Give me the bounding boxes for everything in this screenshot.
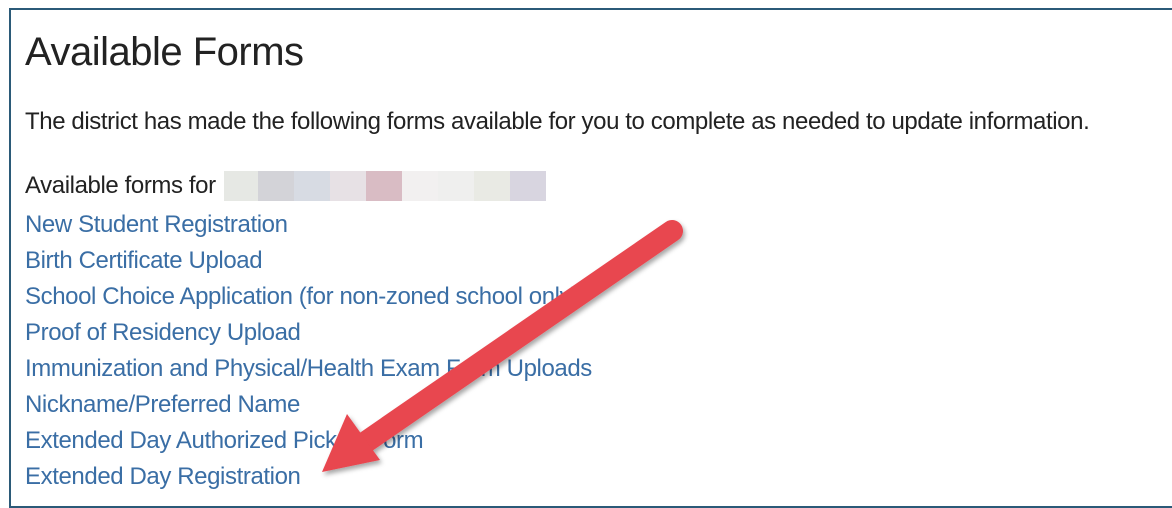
- redacted-swatch: [365, 171, 402, 201]
- form-link-immunization-uploads[interactable]: Immunization and Physical/Health Exam Fo…: [25, 355, 592, 382]
- list-item: Nickname/Preferred Name: [25, 387, 592, 423]
- redacted-swatch: [223, 171, 258, 201]
- list-item: Proof of Residency Upload: [25, 315, 592, 351]
- form-link-extended-day-registration[interactable]: Extended Day Registration: [25, 463, 301, 490]
- list-item: Immunization and Physical/Health Exam Fo…: [25, 351, 592, 387]
- list-item: School Choice Application (for non-zoned…: [25, 279, 592, 315]
- redacted-swatch: [293, 171, 330, 201]
- available-forms-for: Available forms for: [25, 171, 546, 201]
- form-link-proof-of-residency-upload[interactable]: Proof of Residency Upload: [25, 319, 301, 346]
- redacted-student-name: [223, 171, 546, 201]
- form-link-extended-day-pickup-form[interactable]: Extended Day Authorized Pickup Form: [25, 427, 424, 454]
- page-title: Available Forms: [25, 30, 304, 74]
- list-item: New Student Registration: [25, 207, 592, 243]
- redacted-swatch: [473, 171, 510, 201]
- form-link-nickname-preferred-name[interactable]: Nickname/Preferred Name: [25, 391, 300, 418]
- form-link-school-choice-application[interactable]: School Choice Application (for non-zoned…: [25, 283, 579, 310]
- list-item: Extended Day Authorized Pickup Form: [25, 423, 592, 459]
- list-item: Birth Certificate Upload: [25, 243, 592, 279]
- intro-text: The district has made the following form…: [25, 108, 1090, 135]
- available-forms-for-label: Available forms for: [25, 172, 216, 199]
- redacted-swatch: [257, 171, 294, 201]
- forms-content: Available Forms The district has made th…: [25, 10, 1172, 506]
- redacted-swatch: [509, 171, 546, 201]
- redacted-swatch: [401, 171, 438, 201]
- forms-panel: Available Forms The district has made th…: [9, 8, 1172, 508]
- redacted-swatch: [329, 171, 366, 201]
- form-link-birth-certificate-upload[interactable]: Birth Certificate Upload: [25, 247, 263, 274]
- forms-list: New Student Registration Birth Certifica…: [25, 207, 592, 495]
- list-item: Extended Day Registration: [25, 459, 592, 495]
- form-link-new-student-registration[interactable]: New Student Registration: [25, 211, 288, 238]
- redacted-swatch: [437, 171, 474, 201]
